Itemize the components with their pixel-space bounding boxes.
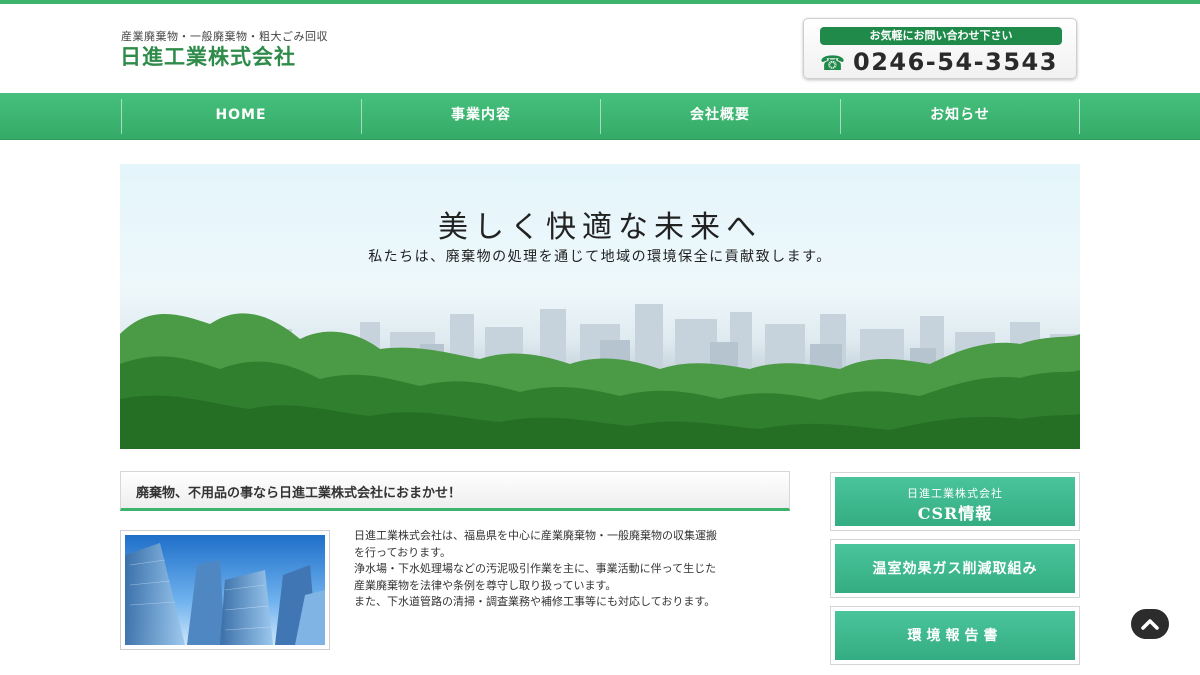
hero-title: 美しく快適な未来へ [438,210,762,245]
env-report-banner-inner: 環境報告書 [835,611,1075,660]
csr-banner[interactable]: 日進工業株式会社 CSR情報 [830,472,1080,531]
nav-item-company[interactable]: 会社概要 [600,93,840,140]
intro-text: 日進工業株式会社は、福島県を中心に産業廃棄物・一般廃棄物の収集運搬 を行っており… [354,528,790,611]
csr-banner-company: 日進工業株式会社 [907,487,1003,500]
env-report-banner[interactable]: 環境報告書 [830,606,1080,665]
section-heading: 廃棄物、不用品の事なら日進工業株式会社におまかせ！ [120,471,790,511]
ghg-banner-title: 温室効果ガス削減取組み [872,561,1038,577]
nav-item-news[interactable]: お知らせ [840,93,1080,140]
logo-company-name[interactable]: 日進工業株式会社 [120,41,296,71]
ghg-banner[interactable]: 温室効果ガス削減取組み [830,539,1080,598]
csr-banner-title: CSR情報 [917,504,993,523]
intro-line: を行っております。 [354,545,452,559]
buildings-image [125,535,325,645]
hero-subtitle: 私たちは、廃棄物の処理を通じて地域の環境保全に貢献致します。 [368,249,832,265]
contact-label: お気軽にお問い合わせ下さい [820,27,1062,45]
intro-line: 浄水場・下水処理場などの汚泥吸引作業を主に、事業活動に伴って生じた [354,562,717,575]
buildings-photo [120,530,330,650]
site-header: 産業廃棄物・一般廃棄物・粗大ごみ回収 日進工業株式会社 お気軽にお問い合わせ下さ… [0,4,1200,93]
contact-box[interactable]: お気軽にお問い合わせ下さい ☎ 0246-54-3543 [803,18,1077,79]
chevron-up-icon [1141,619,1159,630]
nav-divider [1079,99,1080,134]
phone-icon: ☎ [820,51,845,75]
intro-line: 産業廃棄物を法律や条例を尊守し取り扱っています。 [354,578,617,592]
intro-line: 日進工業株式会社は、福島県を中心に産業廃棄物・一般廃棄物の収集運搬 [354,529,717,542]
env-report-banner-title: 環境報告書 [907,628,1003,644]
hero-banner: 美しく快適な未来へ 私たちは、廃棄物の処理を通じて地域の環境保全に貢献致します。 [120,164,1080,449]
nav-item-business[interactable]: 事業内容 [361,93,601,140]
global-nav: HOME 事業内容 会社概要 お知らせ [0,93,1200,140]
phone-number[interactable]: 0246-54-3543 [853,49,1058,75]
ghg-banner-inner: 温室効果ガス削減取組み [835,544,1075,593]
scroll-to-top-button[interactable] [1131,609,1169,639]
csr-banner-inner: 日進工業株式会社 CSR情報 [835,477,1075,526]
nav-item-home[interactable]: HOME [121,93,361,140]
section-heading-text: 廃棄物、不用品の事なら日進工業株式会社におまかせ！ [136,486,462,501]
intro-line: また、下水道管路の清掃・調査業務や補修工事等にも対応しております。 [354,595,716,608]
